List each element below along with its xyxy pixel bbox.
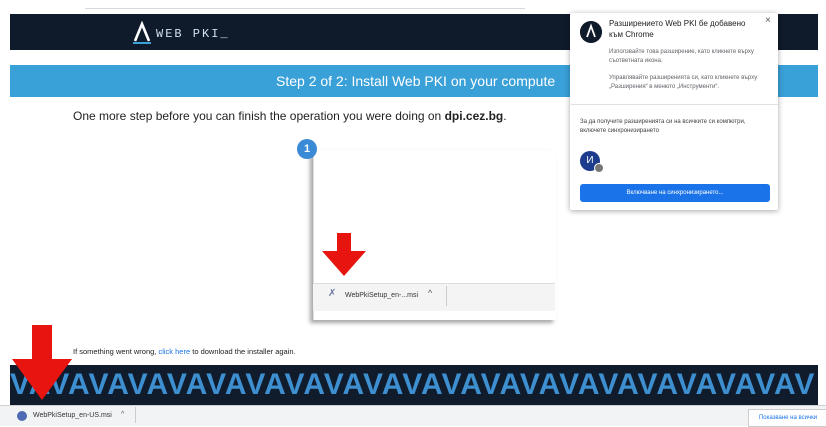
chevron-up-icon[interactable]: ^ bbox=[121, 411, 124, 418]
avatar-badge-icon bbox=[594, 163, 604, 173]
download-again-link[interactable]: click here bbox=[158, 347, 190, 356]
web-pki-logo-icon bbox=[133, 21, 151, 44]
installer-file-icon: ✗ bbox=[328, 288, 337, 299]
step-number-badge: 1 bbox=[297, 139, 317, 159]
popup-manage-text: Управлявайте разширенията си, като кликн… bbox=[609, 75, 758, 90]
intro-text: One more step before you can finish the … bbox=[73, 109, 507, 123]
chevron-up-icon: ^ bbox=[428, 288, 433, 298]
down-arrow-icon bbox=[322, 233, 366, 276]
installer-file-icon bbox=[17, 411, 27, 421]
popup-divider bbox=[571, 104, 778, 105]
intro-domain: dpi.cez.bg bbox=[444, 109, 504, 123]
popup-title: Разширението Web PKI бе добавено към Chr… bbox=[609, 19, 746, 39]
extension-added-popup bbox=[570, 13, 778, 210]
error-suffix: to download the installer again. bbox=[190, 347, 296, 356]
intro-suffix: . bbox=[503, 109, 507, 123]
popup-sync-text: За да получите разширенията си на всички… bbox=[580, 119, 746, 134]
show-all-downloads-button[interactable]: Показване на всички bbox=[748, 409, 826, 427]
illustration-file-name: WebPkiSetup_en-...msi bbox=[345, 292, 419, 299]
logo-text: WEB PKI_ bbox=[156, 27, 230, 41]
close-icon[interactable]: × bbox=[765, 15, 771, 26]
intro-prefix: One more step before you can finish the … bbox=[73, 109, 445, 123]
pattern-text: VAVAVAVAVAVAVAVAVAVAVAVAVAVAVAVAVAVAVAVA… bbox=[10, 368, 816, 401]
step-title: Step 2 of 2: Install Web PKI on your com… bbox=[276, 73, 556, 89]
error-prefix: If something went wrong, bbox=[73, 347, 159, 356]
download-file-name: WebPkiSetup_en-US.msi bbox=[33, 412, 112, 419]
turn-on-sync-button[interactable]: Включване на синхронизирането... bbox=[580, 184, 770, 202]
page-top-edge bbox=[85, 0, 525, 9]
footer-pattern: VAVAVAVAVAVAVAVAVAVAVAVAVAVAVAVAVAVAVAVA… bbox=[10, 365, 818, 405]
web-pki-extension-icon bbox=[580, 21, 602, 43]
big-down-arrow-icon bbox=[12, 325, 72, 400]
popup-usage-text: Използвайте това разширение, като кликне… bbox=[609, 49, 754, 64]
error-help-text: If something went wrong, click here to d… bbox=[73, 347, 296, 356]
